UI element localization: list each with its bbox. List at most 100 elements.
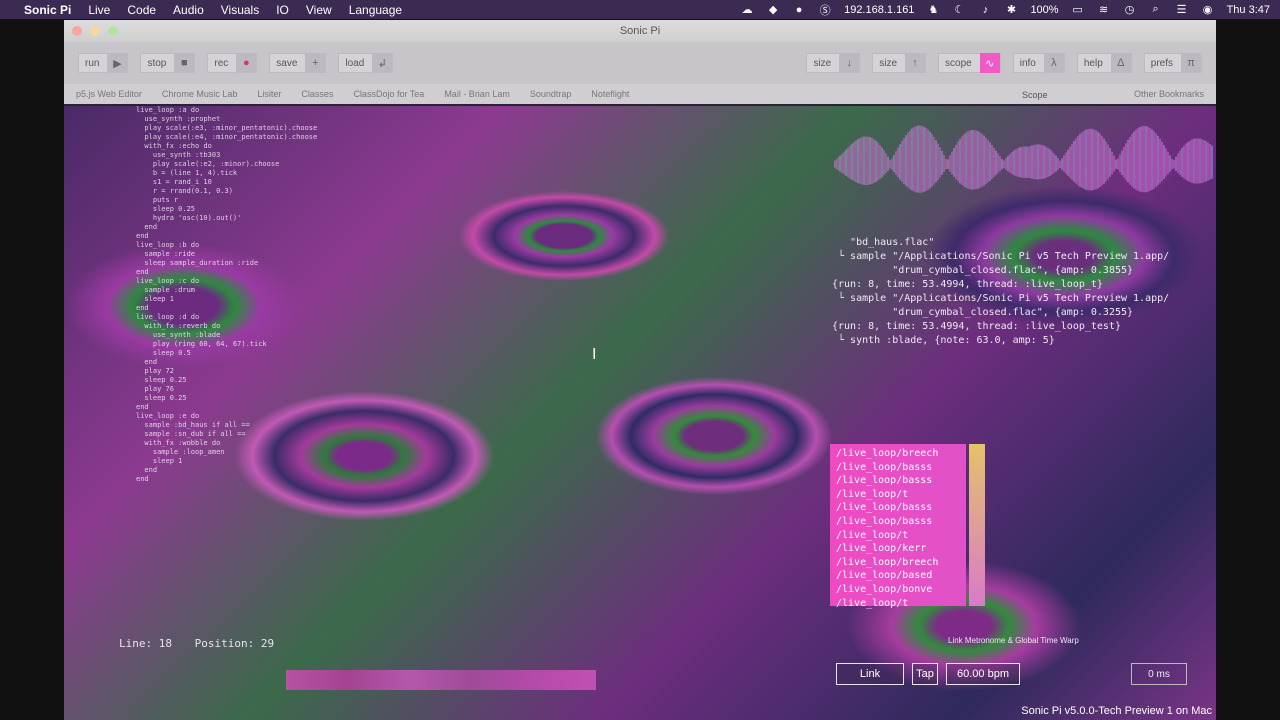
bookmark-item[interactable]: Soundtrap: [530, 89, 572, 99]
code-line[interactable]: end: [136, 475, 317, 484]
minimize-window-button[interactable]: [90, 26, 100, 36]
help-button[interactable]: help Δ: [1076, 53, 1132, 73]
stop-button[interactable]: stop ■: [140, 53, 196, 73]
code-line[interactable]: sample :ride: [136, 250, 317, 259]
record-icon[interactable]: ●: [792, 4, 806, 16]
code-line[interactable]: sleep 1: [136, 295, 317, 304]
code-line[interactable]: sleep 1: [136, 457, 317, 466]
code-line[interactable]: live_loop :a do: [136, 106, 317, 115]
bookmark-item[interactable]: Chrome Music Lab: [162, 89, 238, 99]
buffer-tabs[interactable]: [286, 670, 596, 690]
code-line[interactable]: sample :bd_haus if all ==: [136, 421, 317, 430]
bpm-field[interactable]: 60.00 bpm: [946, 663, 1020, 685]
code-line[interactable]: play scale(:e3, :minor_pentatonic).choos…: [136, 124, 317, 133]
code-line[interactable]: use_synth :tb303: [136, 151, 317, 160]
code-line[interactable]: end: [136, 358, 317, 367]
latency-field[interactable]: 0 ms: [1131, 663, 1187, 685]
bookmark-item[interactable]: Noteflight: [591, 89, 629, 99]
save-button[interactable]: save +: [269, 53, 327, 73]
bookmark-item-other[interactable]: Other Bookmarks: [1134, 89, 1204, 99]
ip-address[interactable]: 192.168.1.161: [844, 4, 914, 16]
vpn-icon[interactable]: Ⓢ: [818, 2, 832, 18]
control-center-icon[interactable]: ☰: [1175, 3, 1189, 16]
scope-waveform: [834, 125, 1213, 193]
code-line[interactable]: with_fx :reverb do: [136, 322, 317, 331]
code-line[interactable]: use_synth :blade: [136, 331, 317, 340]
siri-icon[interactable]: ◉: [1201, 3, 1215, 16]
user-icon[interactable]: ♞: [926, 3, 940, 16]
menu-live[interactable]: Live: [88, 3, 110, 17]
size-up-button[interactable]: size ↑: [872, 53, 927, 73]
code-line[interactable]: r = rrand(0.1, 0.3): [136, 187, 317, 196]
log-line: └ sample "/Applications/Sonic Pi v5 Tech…: [832, 251, 1170, 262]
time-machine-icon[interactable]: ◷: [1123, 3, 1137, 16]
code-line[interactable]: live_loop :e do: [136, 412, 317, 421]
code-line[interactable]: play scale(:e2, :minor).choose: [136, 160, 317, 169]
dropbox-icon[interactable]: ◆: [766, 3, 780, 16]
close-window-button[interactable]: [72, 26, 82, 36]
battery-icon[interactable]: ▭: [1071, 3, 1085, 16]
bookmark-item[interactable]: p5.js Web Editor: [76, 89, 142, 99]
code-line[interactable]: puts r: [136, 196, 317, 205]
code-editor[interactable]: live_loop :a do use_synth :prophet play …: [136, 106, 317, 484]
scope-button[interactable]: scope ∿: [938, 53, 1001, 73]
link-button[interactable]: Link: [836, 663, 904, 685]
run-button[interactable]: run ▶: [78, 53, 129, 73]
help-label: help: [1083, 57, 1103, 69]
size-down-button[interactable]: size ↓: [806, 53, 861, 73]
code-line[interactable]: sample :drum: [136, 286, 317, 295]
code-line[interactable]: hydra 'osc(10).out()': [136, 214, 317, 223]
code-line[interactable]: play (ring 60, 64, 67).tick: [136, 340, 317, 349]
code-line[interactable]: live_loop :d do: [136, 313, 317, 322]
code-line[interactable]: live_loop :c do: [136, 277, 317, 286]
code-line[interactable]: use_synth :prophet: [136, 115, 317, 124]
menu-visuals[interactable]: Visuals: [221, 3, 259, 17]
battery-percent[interactable]: 100%: [1030, 4, 1058, 16]
code-line[interactable]: play 72: [136, 367, 317, 376]
menu-audio[interactable]: Audio: [173, 3, 204, 17]
bookmark-item[interactable]: Classes: [301, 89, 333, 99]
load-button[interactable]: load ↲: [338, 53, 394, 73]
code-line[interactable]: play 76: [136, 385, 317, 394]
menu-io[interactable]: IO: [276, 3, 289, 17]
info-button[interactable]: info λ: [1012, 53, 1065, 73]
code-line[interactable]: end: [136, 268, 317, 277]
prefs-button[interactable]: prefs π: [1143, 53, 1202, 73]
creative-cloud-icon[interactable]: ☁: [740, 3, 754, 16]
code-line[interactable]: live_loop :b do: [136, 241, 317, 250]
spotlight-icon[interactable]: ⌕: [1149, 3, 1163, 16]
bookmark-item[interactable]: Mail - Brian Lam: [444, 89, 510, 99]
maximize-window-button[interactable]: [108, 26, 118, 36]
code-line[interactable]: play scale(:e4, :minor_pentatonic).choos…: [136, 133, 317, 142]
code-line[interactable]: sample :loop_amen: [136, 448, 317, 457]
moon-icon[interactable]: ☾: [952, 3, 966, 16]
menu-language[interactable]: Language: [349, 3, 402, 17]
code-line[interactable]: sleep 0.25: [136, 394, 317, 403]
code-line[interactable]: sleep sample_duration :ride: [136, 259, 317, 268]
volume-icon[interactable]: ♪: [978, 4, 992, 16]
code-line[interactable]: sleep 0.5: [136, 349, 317, 358]
code-line[interactable]: sleep 0.25: [136, 205, 317, 214]
wifi-icon[interactable]: ≋: [1097, 3, 1111, 16]
code-line[interactable]: b = (line 1, 4).tick: [136, 169, 317, 178]
code-line[interactable]: end: [136, 304, 317, 313]
code-line[interactable]: end: [136, 466, 317, 475]
code-line[interactable]: s1 = rand_i 10: [136, 178, 317, 187]
code-line[interactable]: end: [136, 232, 317, 241]
code-line[interactable]: sample :sn_dub if all ==: [136, 430, 317, 439]
tap-button[interactable]: Tap: [912, 663, 938, 685]
code-line[interactable]: with_fx :echo do: [136, 142, 317, 151]
code-line[interactable]: with_fx :wobble do: [136, 439, 317, 448]
menu-code[interactable]: Code: [127, 3, 156, 17]
menu-view[interactable]: View: [306, 3, 332, 17]
clock[interactable]: Thu 3:47: [1227, 4, 1270, 16]
code-line[interactable]: end: [136, 223, 317, 232]
code-line[interactable]: sleep 0.25: [136, 376, 317, 385]
cue-scroll-bar[interactable]: [969, 444, 985, 606]
rec-button[interactable]: rec ●: [207, 53, 258, 73]
bookmark-item[interactable]: ClassDojo for Tea: [353, 89, 424, 99]
code-line[interactable]: end: [136, 403, 317, 412]
menu-app-name[interactable]: Sonic Pi: [24, 3, 71, 17]
bluetooth-icon[interactable]: ✱: [1004, 3, 1018, 16]
bookmark-item[interactable]: Lisiter: [257, 89, 281, 99]
